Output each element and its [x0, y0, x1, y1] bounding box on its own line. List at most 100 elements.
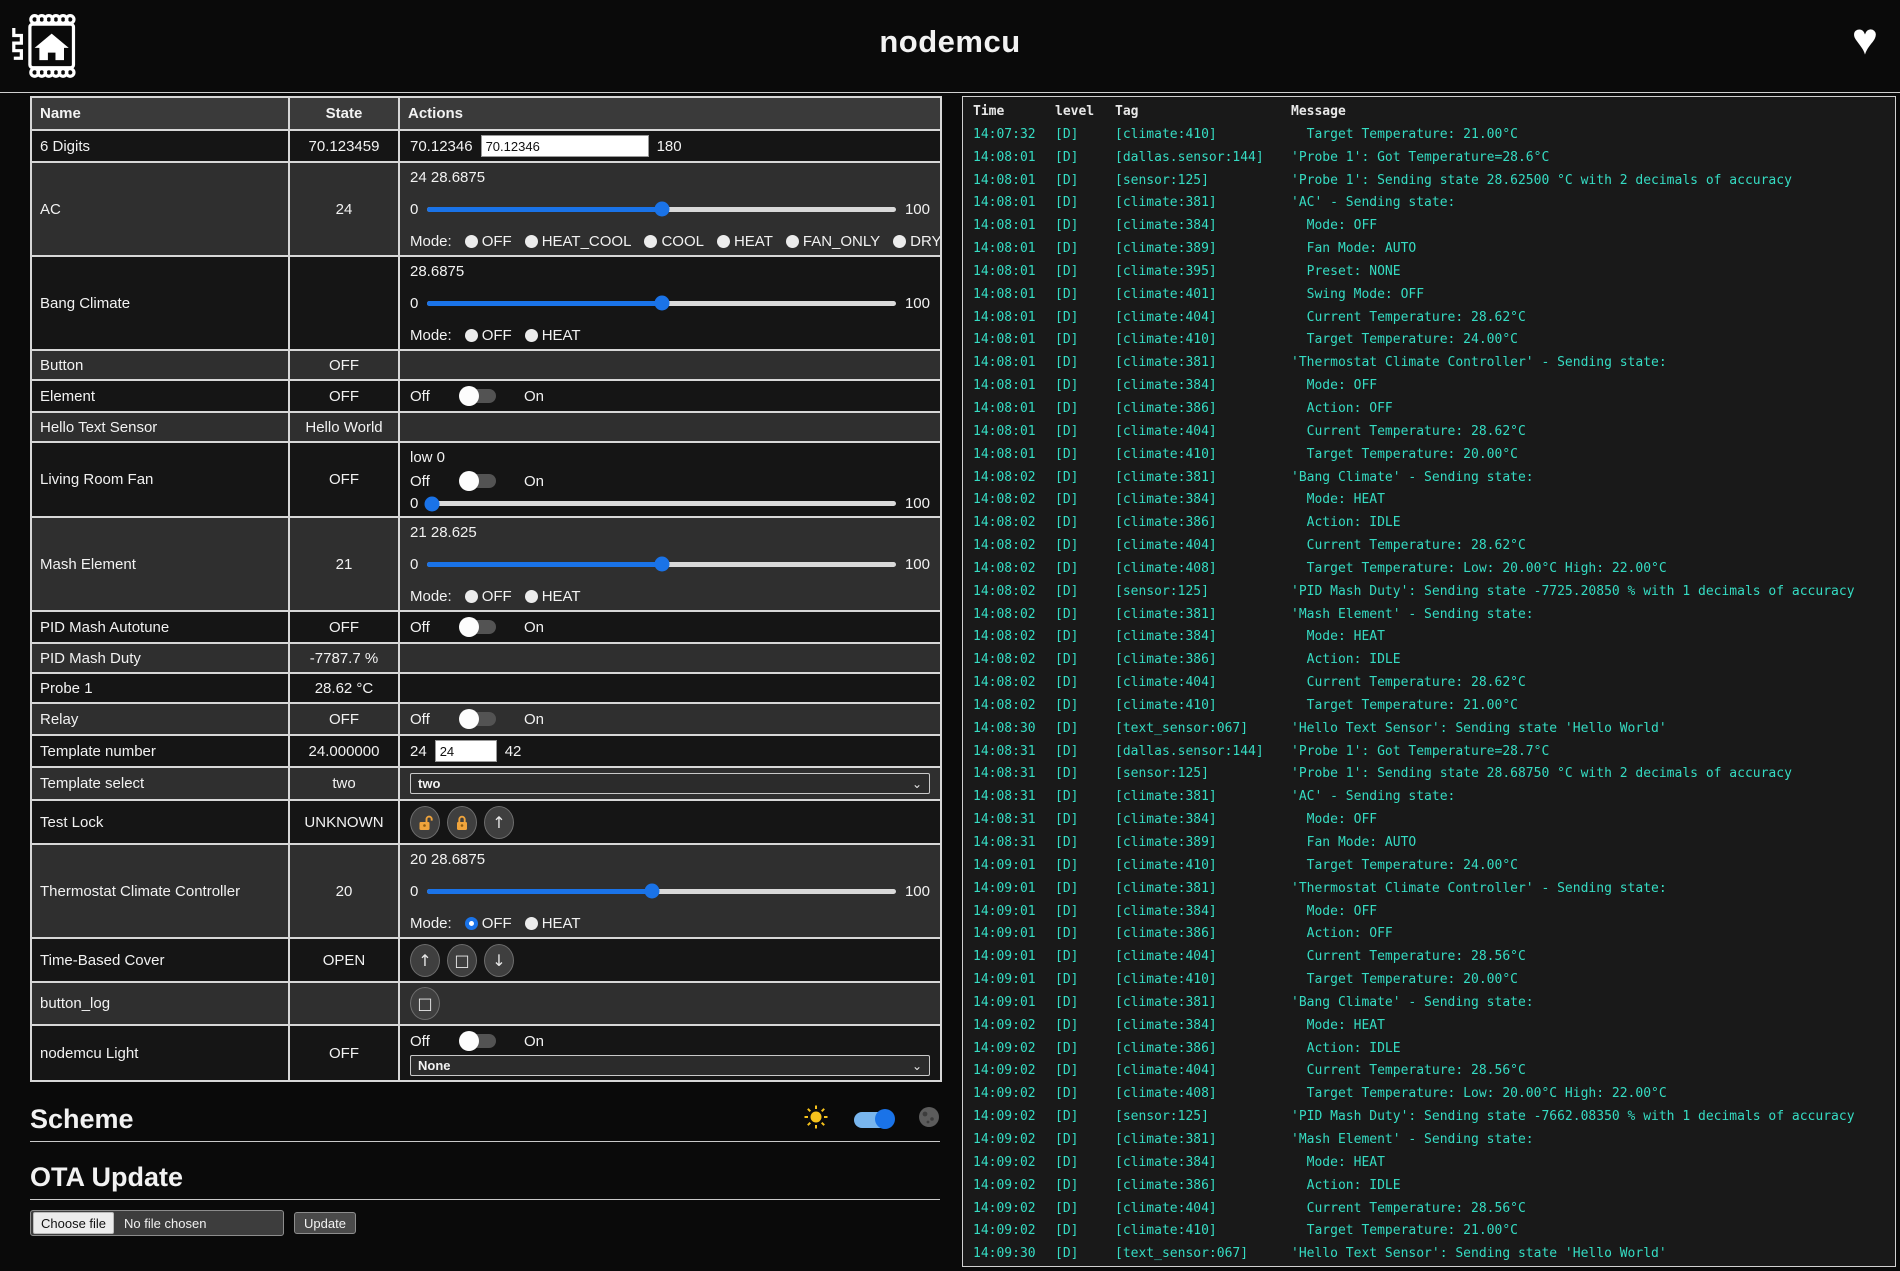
number-min: 70.12346 — [410, 138, 473, 155]
open-button[interactable]: ↑ — [484, 806, 514, 839]
slider-min: 0 — [410, 201, 418, 218]
mode-radio-cool[interactable] — [644, 235, 657, 248]
select-value: two — [418, 776, 440, 791]
no-file-chosen-text: No file chosen — [124, 1216, 206, 1231]
table-row: AC 24 24 28.6875 0 100 Mode: OFF — [31, 162, 941, 256]
toggle-switch[interactable] — [462, 712, 496, 726]
up-arrow-icon: ↑ — [492, 813, 505, 832]
update-button[interactable]: Update — [294, 1212, 356, 1234]
entity-state: Hello World — [289, 412, 399, 442]
page-title: nodemcu — [0, 24, 1900, 60]
table-row: Element OFF Off On — [31, 380, 941, 412]
log-entry: 14:09:01[D][climate:410] Target Temperat… — [973, 969, 1895, 992]
log-column-time: Time — [973, 101, 1055, 124]
number-max: 180 — [657, 138, 682, 155]
mode-radio-heat[interactable] — [525, 917, 538, 930]
unlock-button[interactable] — [410, 806, 440, 839]
mode-radio-heat[interactable] — [717, 235, 730, 248]
select-dropdown[interactable]: two ⌄ — [410, 773, 930, 794]
ota-title: OTA Update — [30, 1162, 940, 1193]
mode-label: Mode: — [410, 233, 452, 250]
target-temperature-slider[interactable] — [427, 207, 896, 212]
entity-name: 6 Digits — [31, 130, 289, 162]
toggle-switch[interactable] — [462, 1034, 496, 1048]
target-temperature-slider[interactable] — [427, 889, 896, 894]
log-entry: 14:08:01[D][climate:386] Action: OFF — [973, 398, 1895, 421]
slider-thumb[interactable] — [654, 202, 669, 217]
cover-stop-button[interactable]: □ — [447, 944, 477, 977]
entity-state: OFF — [289, 350, 399, 380]
mode-radio-heat-cool[interactable] — [525, 235, 538, 248]
mode-radio-off[interactable] — [465, 329, 478, 342]
log-entry: 14:09:02[D][climate:408] Target Temperat… — [973, 1083, 1895, 1106]
target-temperature-slider[interactable] — [427, 562, 896, 567]
column-header-state: State — [289, 97, 399, 130]
entity-name: Probe 1 — [31, 673, 289, 703]
toggle-switch[interactable] — [462, 474, 496, 488]
slider-thumb[interactable] — [645, 884, 660, 899]
slider-max: 100 — [905, 883, 930, 900]
sun-icon — [804, 1105, 828, 1134]
slider-max: 100 — [905, 556, 930, 573]
log-entry: 14:08:02[D][climate:381]'Bang Climate' -… — [973, 467, 1895, 490]
entity-state: UNKNOWN — [289, 800, 399, 844]
mode-radio-fan-only[interactable] — [786, 235, 799, 248]
cover-close-button[interactable]: ↓ — [484, 944, 514, 977]
toggle-switch[interactable] — [462, 389, 496, 403]
entity-state: OFF — [289, 1025, 399, 1081]
cover-open-button[interactable]: ↑ — [410, 944, 440, 977]
lock-button[interactable] — [447, 806, 477, 839]
entity-name: Test Lock — [31, 800, 289, 844]
log-entry: 14:08:02[D][climate:386] Action: IDLE — [973, 649, 1895, 672]
log-entry: 14:09:01[D][climate:410] Target Temperat… — [973, 855, 1895, 878]
mode-radio-dry[interactable] — [893, 235, 906, 248]
log-entry: 14:09:02[D][climate:404] Current Tempera… — [973, 1198, 1895, 1221]
slider-thumb[interactable] — [654, 296, 669, 311]
entity-name: Relay — [31, 703, 289, 735]
entity-state: 24 — [289, 162, 399, 256]
number-min: 24 — [410, 743, 427, 760]
scheme-section: Scheme — [30, 1104, 940, 1135]
toggle-switch[interactable] — [462, 620, 496, 634]
log-entry: 14:08:02[D][climate:384] Mode: HEAT — [973, 626, 1895, 649]
log-entry: 14:08:01[D][climate:410] Target Temperat… — [973, 444, 1895, 467]
down-arrow-icon: ↓ — [492, 951, 505, 970]
scheme-divider — [30, 1141, 940, 1142]
scheme-toggle[interactable] — [854, 1112, 892, 1128]
log-entry: 14:09:02[D][climate:386] Action: IDLE — [973, 1038, 1895, 1061]
main-content: Name State Actions 6 Digits 70.123459 70… — [30, 96, 940, 1236]
target-temperature-slider[interactable] — [427, 301, 896, 306]
choose-file-button[interactable]: Choose file — [33, 1212, 114, 1234]
slider-thumb[interactable] — [425, 496, 440, 511]
number-input[interactable] — [435, 740, 497, 762]
mode-radio-off-selected[interactable] — [465, 917, 478, 930]
log-entry: 14:09:02[D][climate:410] Target Temperat… — [973, 1220, 1895, 1243]
ota-section: OTA Update Choose file No file chosen Up… — [30, 1162, 940, 1236]
log-entry: 14:08:01[D][dallas.sensor:144]'Probe 1':… — [973, 147, 1895, 170]
log-entry: 14:08:02[D][climate:404] Current Tempera… — [973, 672, 1895, 695]
table-header-row: Name State Actions — [31, 97, 941, 130]
mode-radio-heat[interactable] — [525, 329, 538, 342]
table-row: Button OFF — [31, 350, 941, 380]
entity-state: 21 — [289, 517, 399, 611]
press-button[interactable]: □ — [410, 987, 440, 1020]
slider-max: 100 — [905, 295, 930, 312]
mode-radio-off[interactable] — [465, 590, 478, 603]
entity-state: 20 — [289, 844, 399, 938]
log-panel[interactable]: Time level Tag Message 14:07:32[D][clima… — [962, 96, 1896, 1267]
file-input[interactable]: Choose file No file chosen — [30, 1210, 284, 1236]
mode-radio-off[interactable] — [465, 235, 478, 248]
log-header-row: Time level Tag Message — [973, 101, 1895, 124]
log-entry: 14:08:01[D][climate:381]'Thermostat Clim… — [973, 352, 1895, 375]
slider-thumb[interactable] — [654, 557, 669, 572]
slider-max: 100 — [905, 201, 930, 218]
heart-icon[interactable]: ♥ — [1852, 18, 1878, 62]
log-entry: 14:08:31[D][climate:389] Fan Mode: AUTO — [973, 832, 1895, 855]
mode-radio-heat[interactable] — [525, 590, 538, 603]
entity-state: -7787.7 % — [289, 643, 399, 673]
entity-name: Template number — [31, 735, 289, 767]
log-entry: 14:08:01[D][climate:395] Preset: NONE — [973, 261, 1895, 284]
number-input[interactable] — [481, 135, 649, 157]
fan-speed-slider[interactable] — [427, 501, 896, 506]
light-effect-select[interactable]: None ⌄ — [410, 1055, 930, 1076]
